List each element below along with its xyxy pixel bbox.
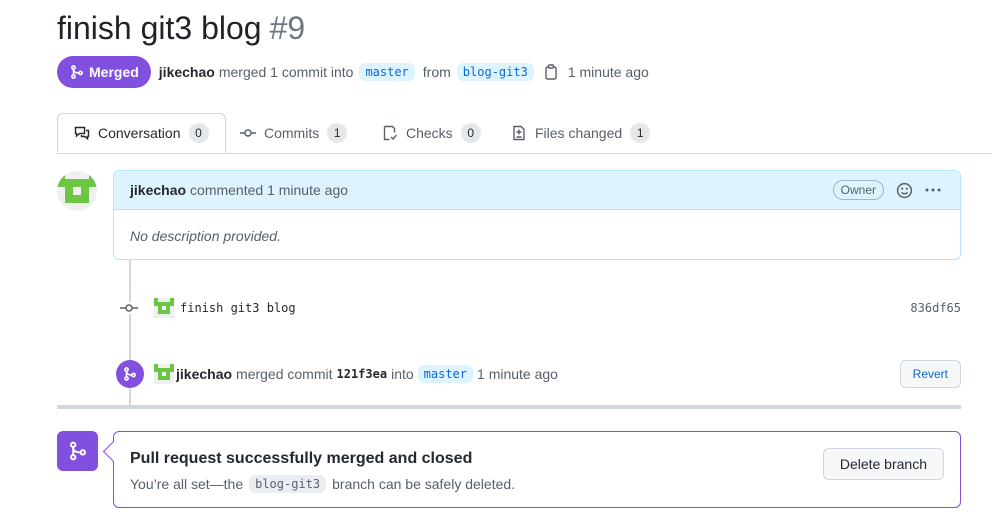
- author-avatar[interactable]: [57, 171, 97, 211]
- deletable-branch[interactable]: blog-git3: [249, 475, 327, 493]
- merge-event-time: 1 minute ago: [477, 366, 558, 382]
- identicon-avatar: [57, 171, 97, 211]
- tab-conversation-count: 0: [188, 123, 209, 143]
- git-merge-icon: [71, 65, 83, 79]
- merged-status-subtitle: You’re all set—the blog-git3 branch can …: [130, 475, 515, 493]
- commit-item: finish git3 blog 836df65: [118, 296, 961, 320]
- owner-badge: Owner: [832, 180, 884, 200]
- comment-author[interactable]: jikechao: [130, 182, 186, 198]
- tab-checks[interactable]: Checks 0: [382, 113, 481, 153]
- kebab-horizontal-icon[interactable]: [924, 182, 942, 201]
- pr-time: 1 minute ago: [567, 64, 649, 80]
- head-branch[interactable]: blog-git3: [456, 63, 534, 81]
- merged-state-badge: Merged: [57, 56, 151, 88]
- tab-conversation[interactable]: Conversation 0: [57, 113, 226, 153]
- merged-sub-after: branch can be safely deleted.: [332, 476, 516, 492]
- git-merge-icon: [116, 360, 144, 388]
- merge-commit-sha[interactable]: 121f3ea: [337, 367, 388, 381]
- comment-body: No description provided.: [130, 228, 281, 244]
- pr-meta: Merged jikechao merged 1 commit into mas…: [57, 56, 649, 88]
- git-merge-icon: [57, 431, 98, 471]
- pr-description-comment: jikechao commented 1 minute ago Owner No…: [113, 170, 961, 260]
- comment-header: jikechao commented 1 minute ago Owner: [114, 171, 960, 210]
- merged-sub-before: You’re all set—the: [130, 476, 244, 492]
- file-diff-icon: [513, 125, 525, 141]
- base-branch[interactable]: master: [359, 63, 415, 81]
- commit-author-avatar[interactable]: [154, 298, 174, 318]
- pr-merge-text: merged 1 commit into: [218, 64, 354, 80]
- pr-tabs: Conversation 0 Commits 1 Checks 0 Files …: [57, 113, 992, 154]
- commit-sha-link[interactable]: 836df65: [910, 301, 961, 315]
- tab-files-changed[interactable]: Files changed 1: [511, 113, 651, 153]
- merger-author-link[interactable]: jikechao: [176, 366, 232, 382]
- timeline-divider: [57, 405, 961, 409]
- comment-action: commented 1 minute ago: [190, 182, 349, 198]
- revert-button[interactable]: Revert: [899, 360, 961, 388]
- smiley-icon[interactable]: [896, 182, 913, 202]
- tab-commits[interactable]: Commits 1: [240, 113, 348, 153]
- git-commit-icon: [118, 302, 140, 314]
- tab-commits-label: Commits: [264, 125, 320, 141]
- checklist-icon: [383, 125, 398, 141]
- merged-state-label: Merged: [89, 64, 139, 80]
- pr-number: #9: [269, 10, 306, 46]
- merge-event-text: merged commit: [236, 366, 333, 382]
- tab-checks-count: 0: [460, 123, 481, 143]
- from-text: from: [422, 64, 451, 80]
- merger-avatar[interactable]: [154, 364, 174, 384]
- pr-author-link[interactable]: jikechao: [159, 64, 215, 80]
- git-commit-icon: [240, 129, 256, 137]
- merge-event: jikechao merged commit 121f3ea into mast…: [116, 359, 961, 389]
- tab-conversation-label: Conversation: [98, 125, 181, 141]
- copy-icon[interactable]: [544, 64, 558, 80]
- comment-discussion-icon: [74, 126, 90, 141]
- merge-into-text: into: [391, 366, 414, 382]
- tab-files-changed-count: 1: [630, 123, 651, 143]
- tab-files-changed-label: Files changed: [535, 125, 623, 141]
- tab-checks-label: Checks: [406, 125, 453, 141]
- pr-title-text: finish git3 blog: [57, 10, 262, 46]
- delete-branch-button[interactable]: Delete branch: [822, 448, 944, 480]
- merged-status-box: Pull request successfully merged and clo…: [113, 431, 961, 508]
- merged-status-title: Pull request successfully merged and clo…: [130, 450, 473, 467]
- tab-commits-count: 1: [327, 123, 348, 143]
- commit-message-link[interactable]: finish git3 blog: [180, 301, 296, 315]
- merge-target-branch[interactable]: master: [417, 365, 474, 383]
- pr-title: finish git3 blog #9: [57, 10, 305, 47]
